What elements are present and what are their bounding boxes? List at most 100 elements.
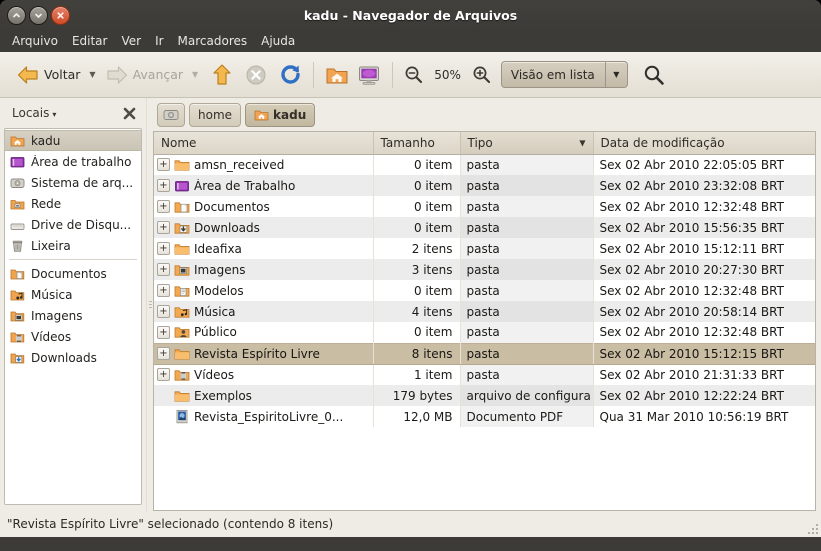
sidebar-item-musica[interactable]: Música <box>5 284 141 305</box>
column-header-nome[interactable]: Nome <box>154 132 374 155</box>
table-row[interactable]: + Ideafixa 2 itens pasta Sex 02 Abr 2010… <box>154 238 815 259</box>
table-row[interactable]: + Downloads 0 item pasta Sex 02 Abr 2010… <box>154 217 815 238</box>
minimize-button[interactable] <box>7 5 26 25</box>
sidebar-item-kadu[interactable]: kadu <box>5 130 142 151</box>
zoom-in-button[interactable] <box>468 62 495 87</box>
file-name: Modelos <box>194 283 244 298</box>
table-row[interactable]: Exemplos 179 bytes arquivo de configura … <box>154 385 815 406</box>
sidebar-item-downloads[interactable]: Downloads <box>5 347 141 368</box>
desktop-icon <box>10 155 25 169</box>
cell-size: 0 item <box>373 154 461 175</box>
sort-descending-icon: ▼ <box>579 138 586 148</box>
stop-button[interactable] <box>241 61 271 89</box>
sidebar-item-sistema-de-arquivos[interactable]: Sistema de arq... <box>5 172 141 193</box>
zoom-level-label: 50% <box>434 67 461 82</box>
table-row-selected[interactable]: + Revista Espírito Livre 8 itens pasta S… <box>154 342 815 365</box>
table-header-row: Nome Tamanho Tipo ▼ Data de modificação <box>154 132 815 155</box>
cell-modified: Qua 31 Mar 2010 10:56:19 BRT <box>593 406 815 427</box>
trash-icon <box>10 239 25 253</box>
filesystem-disk-icon <box>10 176 25 190</box>
folder-icon <box>174 158 190 172</box>
home-button[interactable] <box>321 61 353 89</box>
up-button[interactable] <box>207 60 237 90</box>
forward-button[interactable]: Avançar <box>101 61 187 89</box>
search-icon <box>643 64 665 86</box>
table-row[interactable]: + Público 0 item pasta Sex 02 Abr 2010 1… <box>154 322 815 343</box>
expander-icon[interactable]: + <box>157 284 170 297</box>
menu-arquivo[interactable]: Arquivo <box>5 32 65 50</box>
menu-ir[interactable]: Ir <box>148 32 170 50</box>
expander-icon[interactable]: + <box>157 242 170 255</box>
expander-icon[interactable]: + <box>157 347 170 360</box>
cell-modified: Sex 02 Abr 2010 22:05:05 BRT <box>593 154 815 175</box>
videos-folder-icon <box>174 368 190 382</box>
expander-placeholder <box>157 389 170 402</box>
sidebar-item-label: kadu <box>31 133 61 148</box>
breadcrumb-item-home[interactable]: home <box>189 102 242 127</box>
cell-name: + Público <box>154 322 374 343</box>
cell-name: Revista_EspiritoLivre_0... <box>154 406 374 427</box>
search-button[interactable] <box>640 61 668 89</box>
sidebar-item-documentos[interactable]: Documentos <box>5 263 141 284</box>
zoom-out-button[interactable] <box>400 62 427 87</box>
menu-marcadores[interactable]: Marcadores <box>171 32 255 50</box>
expander-icon[interactable]: + <box>157 200 170 213</box>
breadcrumb-item-kadu[interactable]: kadu <box>245 102 316 127</box>
table-row[interactable]: + Vídeos 1 item pasta Sex 02 Abr 2010 21… <box>154 364 815 385</box>
sidebar-header: Locais ▾ <box>0 98 146 128</box>
table-row[interactable]: + Imagens 3 itens pasta Sex 02 Abr 2010 … <box>154 259 815 280</box>
table-row[interactable]: + Documentos 0 item pasta Sex 02 Abr 201… <box>154 196 815 217</box>
table-row[interactable]: + Música 4 itens pasta Sex 02 Abr 2010 2… <box>154 301 815 322</box>
maximize-button[interactable] <box>29 5 48 25</box>
pane-splitter[interactable] <box>146 98 153 511</box>
sidebar-item-drive-de-disquete[interactable]: Drive de Disqu... <box>5 214 141 235</box>
expander-icon[interactable]: + <box>157 263 170 276</box>
zoom-in-icon <box>472 65 491 84</box>
forward-history-caret-icon[interactable]: ▼ <box>187 70 203 79</box>
menu-ver[interactable]: Ver <box>114 32 148 50</box>
computer-button[interactable] <box>353 61 385 89</box>
reload-button[interactable] <box>275 60 306 89</box>
menu-ajuda[interactable]: Ajuda <box>254 32 302 50</box>
cell-type: pasta <box>460 280 594 301</box>
back-button[interactable]: Voltar <box>8 61 84 89</box>
table-row[interactable]: + amsn_received 0 item pasta Sex 02 Abr … <box>154 154 815 175</box>
expander-icon[interactable]: + <box>157 221 170 234</box>
sidebar-item-rede[interactable]: Rede <box>5 193 141 214</box>
expander-icon[interactable]: + <box>157 368 170 382</box>
cell-type: pasta <box>460 238 594 259</box>
sidebar-item-videos[interactable]: Vídeos <box>5 326 141 347</box>
toolbar: Voltar ▼ Avançar ▼ 50% Visão em lista ▼ <box>0 52 821 98</box>
sidebar-item-area-de-trabalho[interactable]: Área de trabalho <box>5 151 141 172</box>
sidebar-selector[interactable]: Locais ▾ <box>12 106 56 120</box>
close-icon <box>123 107 136 120</box>
breadcrumb-item-filesystem[interactable] <box>157 102 185 127</box>
home-folder-icon <box>254 108 269 122</box>
sidebar-item-imagens[interactable]: Imagens <box>5 305 141 326</box>
menu-editar[interactable]: Editar <box>65 32 115 50</box>
table-row[interactable]: + Modelos 0 item pasta Sex 02 Abr 2010 1… <box>154 280 815 301</box>
expander-icon[interactable]: + <box>157 325 170 339</box>
sidebar-item-lixeira[interactable]: Lixeira <box>5 235 141 256</box>
expander-icon[interactable]: + <box>157 158 170 172</box>
close-button[interactable] <box>51 5 70 25</box>
resize-grip[interactable] <box>808 522 818 534</box>
downloads-folder-icon <box>174 221 190 235</box>
music-folder-icon <box>174 305 190 319</box>
view-mode-select[interactable]: Visão em lista ▼ <box>500 61 628 88</box>
expander-icon[interactable]: + <box>157 179 170 192</box>
table-row[interactable]: + Área de Trabalho 0 item pasta Sex 02 A… <box>154 175 815 196</box>
cell-type: arquivo de configura <box>460 385 594 406</box>
expander-icon[interactable]: + <box>157 305 170 318</box>
status-bar: "Revista Espírito Livre" selecionado (co… <box>0 511 821 537</box>
public-folder-icon <box>174 325 190 339</box>
column-header-data[interactable]: Data de modificação <box>593 132 815 155</box>
sidebar-close-button[interactable] <box>123 107 136 120</box>
column-header-tipo[interactable]: Tipo ▼ <box>460 132 594 155</box>
cell-name: + Vídeos <box>154 364 374 385</box>
up-arrow-icon <box>211 63 233 87</box>
videos-folder-icon <box>10 330 25 344</box>
table-row[interactable]: Revista_EspiritoLivre_0... 12,0 MB Docum… <box>154 406 815 427</box>
back-history-caret-icon[interactable]: ▼ <box>84 70 100 79</box>
column-header-tamanho[interactable]: Tamanho <box>373 132 461 155</box>
